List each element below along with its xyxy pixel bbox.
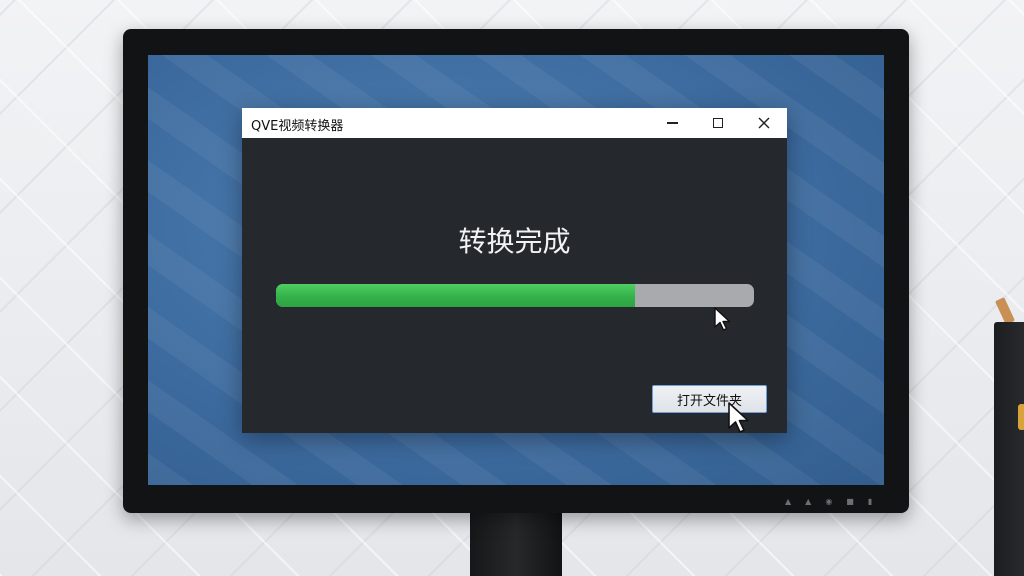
status-heading: 转换完成 (458, 225, 571, 258)
pen-holder-accent (1018, 404, 1024, 430)
monitor-button-icon: ■ (846, 497, 854, 506)
progress-bar-fill (276, 284, 635, 307)
cursor-arrow-icon (714, 307, 731, 331)
monitor-button-icon: ◉ (825, 497, 833, 506)
power-button-icon: ▮ (867, 497, 873, 506)
monitor-button-icon: ▲ (805, 497, 812, 506)
maximize-button[interactable] (695, 108, 741, 138)
window-content: 转换完成 打开文件夹 (242, 138, 787, 433)
close-button[interactable] (741, 108, 787, 138)
monitor-stand (470, 505, 562, 576)
close-icon (758, 117, 770, 129)
minimize-button[interactable] (649, 108, 695, 138)
window-title: QVE视频转换器 (251, 119, 344, 134)
monitor-button-icon: ▲ (785, 497, 792, 506)
title-bar[interactable]: QVE视频转换器 (242, 108, 787, 138)
monitor-buttons: ▲ ▲ ◉ ■ ▮ (785, 497, 872, 506)
cursor-arrow-icon (728, 402, 749, 433)
maximize-icon (713, 118, 723, 128)
progress-bar (276, 284, 754, 307)
minimize-icon (666, 122, 678, 124)
app-window: QVE视频转换器 转换完成 打开文件夹 (242, 108, 787, 433)
pen-holder (994, 322, 1024, 576)
